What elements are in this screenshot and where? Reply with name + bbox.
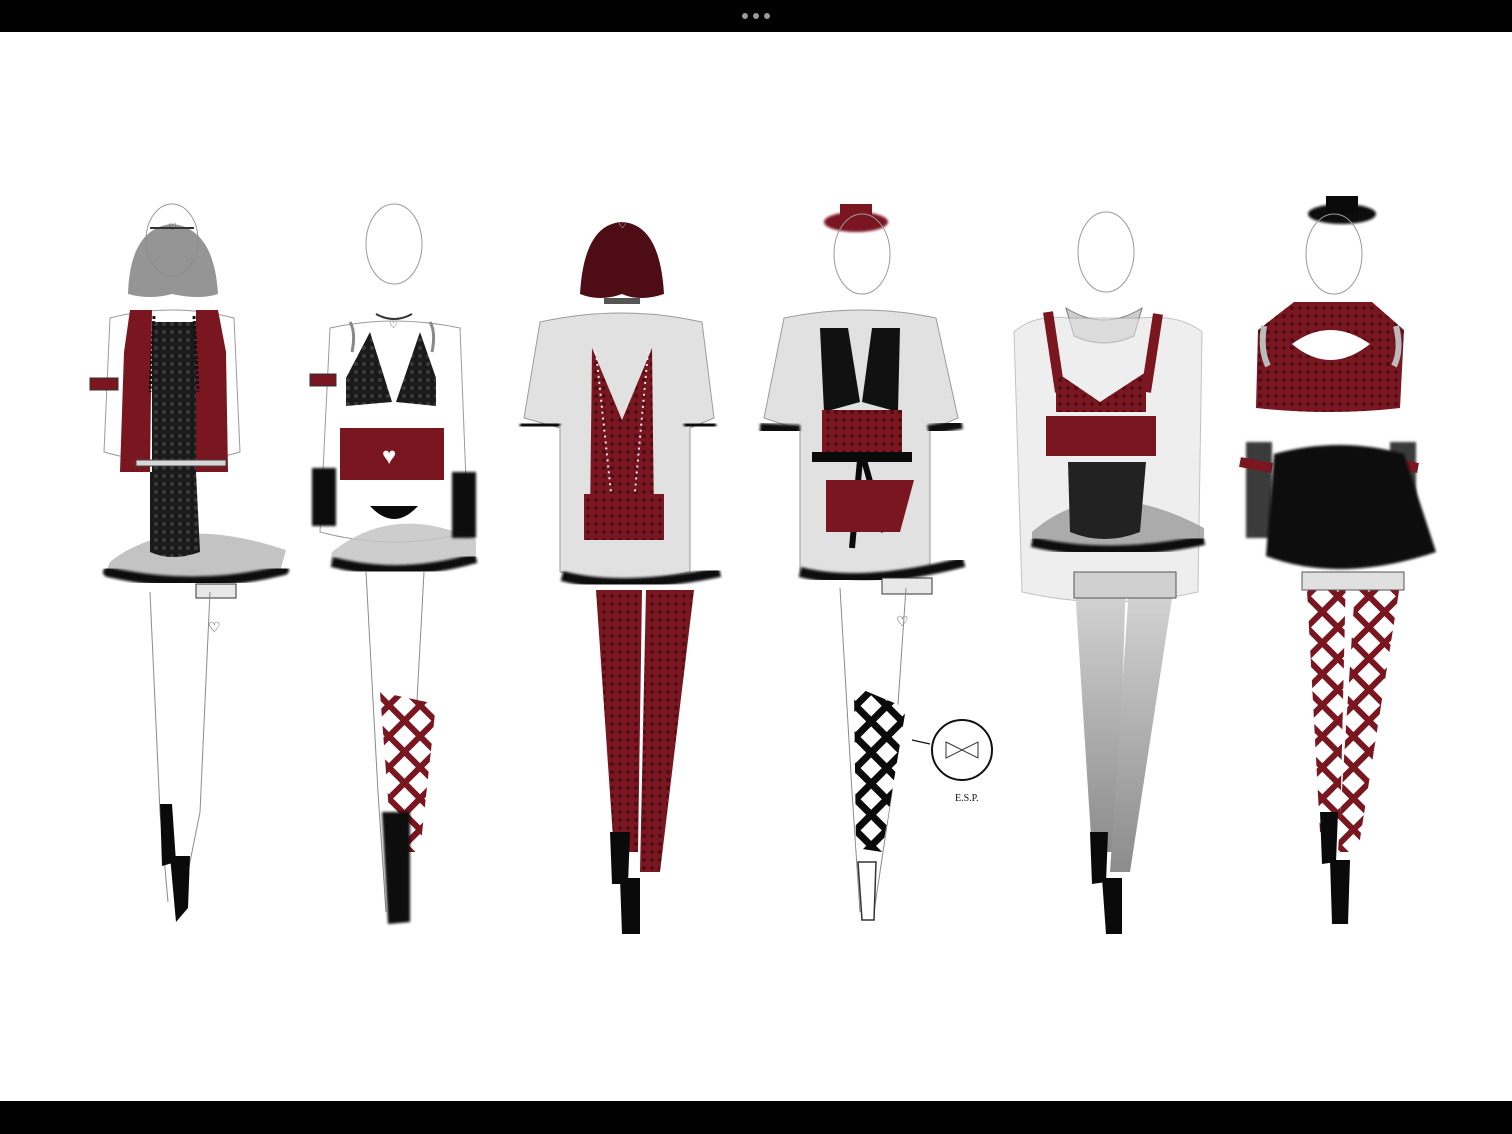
vest-left-panel [120,310,152,472]
lattice-leg-warmers [854,686,906,852]
lace-tops [1301,571,1405,591]
figure-2-lace-bralette-skirt: ♡ ♥ [309,203,478,924]
left-shoe [1320,812,1338,864]
detail-note: E.S.P. [955,793,979,804]
figure-5-sheer-robe-stockings [1013,211,1206,934]
legs-outline [149,591,211,903]
heart-choker [375,313,413,320]
shoe-outline [857,861,877,921]
right-stocking [640,590,694,872]
lace-tops [1073,571,1177,599]
figure-3-robe-bodysuit-stockings: ♡ [519,220,721,934]
callout-arrow [911,739,931,745]
vest-right-panel [196,310,228,472]
veil [128,224,218,297]
boots [382,812,410,924]
choker [604,298,640,304]
head-outline [365,203,423,285]
right-boot [170,856,190,922]
bralette-right-cup [396,332,436,406]
lace-panel [150,472,200,557]
top-bar [0,0,1512,32]
right-lattice-stocking [1338,572,1402,852]
heart-charm-icon: ♡ [896,613,909,629]
arm-garter [309,373,337,387]
right-shoe [1330,860,1350,924]
fashion-lineup-illustration: ♡ ♡ ♡ ♥ ♡ ♡ E.S.P. [89,196,1436,934]
hat-crown [1326,196,1358,214]
lace-corset [822,410,902,456]
leg-garter [881,577,933,595]
lace-shorts [826,480,914,532]
heart-icon: ♡ [618,220,627,231]
lace-shorts [584,494,664,540]
image-canvas: ♡ ♡ ♡ ♥ ♡ ♡ E.S.P. [0,32,1512,1101]
left-lattice-stocking [1306,572,1346,832]
right-shoe [1102,878,1122,934]
figure-1-burgundy-vest-tutu: ♡ ♡ [89,203,289,922]
hat-crown [840,204,872,222]
pearl-belt [135,459,227,467]
bottom-bar [0,1101,1512,1134]
dot [742,13,748,19]
arm-garter [89,377,119,391]
heart-cutout-icon: ♥ [382,443,396,470]
left-glove [1246,442,1272,538]
head-outline [1305,213,1363,295]
leg-garter [195,583,237,599]
dot [753,13,759,19]
head-outline [1077,211,1135,293]
corset-belt [1046,416,1156,456]
heart-icon: ♡ [389,320,398,331]
left-glove [312,468,336,526]
more-dots-icon[interactable] [742,13,770,19]
brief [370,506,418,519]
heart-charm-icon: ♡ [208,619,221,635]
lace-underbodice [152,322,196,472]
dot [764,13,770,19]
high-waist-brief [1068,462,1146,539]
image-viewer: ♡ ♡ ♡ ♥ ♡ ♡ E.S.P. [0,0,1512,1134]
right-shoe [620,878,640,934]
left-shoe [1090,832,1108,884]
left-stocking [596,590,642,852]
bow-detail-icon [945,741,979,759]
sheer-robe [1013,316,1203,603]
right-glove [452,472,476,538]
heart-icon: ♡ [168,222,177,233]
burgundy-veil [580,222,664,298]
figure-6-hat-cutout-top-fur-skirt [1239,196,1436,924]
left-shoe [610,832,630,884]
figure-4-hat-corset-belt: ♡ E.S.P. [759,204,993,921]
